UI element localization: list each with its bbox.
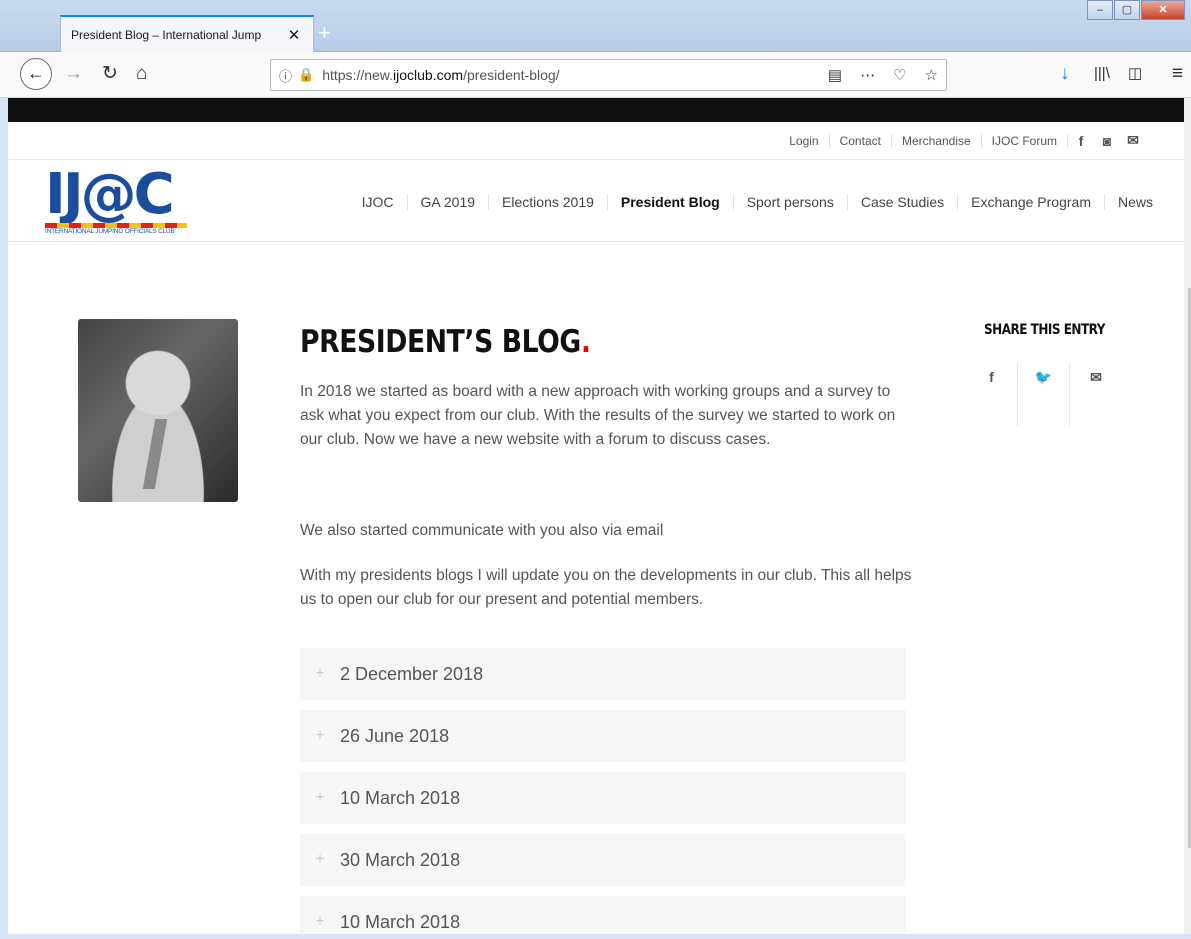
facebook-icon[interactable]: f	[1068, 133, 1094, 149]
minimize-button[interactable]: –	[1087, 0, 1113, 20]
share-title: SHARE THIS ENTRY	[984, 322, 1105, 338]
plus-icon: +	[315, 851, 325, 868]
nav-item-elections-2019[interactable]: Elections 2019	[489, 194, 608, 210]
mail-icon[interactable]: ✉	[1120, 132, 1146, 149]
reload-icon[interactable]: ↻	[102, 60, 118, 88]
scrollbar[interactable]	[1184, 98, 1191, 934]
top-black-bar	[8, 98, 1184, 122]
close-window-button[interactable]: ✕	[1141, 0, 1185, 20]
tab-title: President Blog – International Jump	[71, 27, 262, 42]
nav-item-exchange-program[interactable]: Exchange Program	[958, 194, 1105, 210]
nav-item-news[interactable]: News	[1105, 194, 1166, 210]
nav-item-ijoc[interactable]: IJOC	[349, 194, 408, 210]
home-icon[interactable]: ⌂	[136, 60, 147, 88]
site-header: IJ@C INTERNATIONAL JUMPING OFFICIALS CLU…	[8, 160, 1184, 242]
window-controls: – ▢ ✕	[1086, 0, 1185, 20]
share-twitter-icon[interactable]: 🐦	[1018, 362, 1070, 426]
instagram-icon[interactable]: ◙	[1094, 133, 1120, 149]
accordion-label: 10 March 2018	[340, 787, 461, 808]
browser-tab[interactable]: President Blog – International Jump ✕	[60, 15, 314, 52]
lock-icon[interactable]: 🔒	[298, 67, 314, 83]
plus-icon: +	[315, 913, 325, 930]
plus-icon: +	[315, 665, 325, 682]
menu-icon[interactable]: ≡	[1172, 60, 1183, 88]
page-title: PRESIDENT’S BLOG.	[300, 324, 591, 360]
nav-item-president-blog[interactable]: President Blog	[608, 194, 734, 210]
intro-paragraph: In 2018 we started as board with a new a…	[300, 383, 896, 448]
browser-titlebar: President Blog – International Jump ✕ + …	[0, 0, 1191, 52]
forward-arrow-icon[interactable]: →	[64, 60, 83, 88]
forum-link[interactable]: IJOC Forum	[982, 133, 1068, 148]
page-actions-icon[interactable]: ⋯	[860, 66, 875, 84]
pocket-icon[interactable]: ♡	[893, 66, 906, 84]
accordion-item[interactable]: + 30 March 2018	[300, 834, 906, 886]
contact-link[interactable]: Contact	[830, 133, 892, 148]
accordion-label: 10 March 2018	[340, 911, 461, 932]
merchandise-link[interactable]: Merchandise	[892, 133, 982, 148]
accordion-label: 30 March 2018	[340, 849, 461, 870]
accordion-label: 26 June 2018	[340, 725, 450, 746]
plus-icon: +	[315, 727, 325, 744]
info-icon[interactable]: ⓘ	[279, 66, 292, 85]
sidebar-icon[interactable]: ◫	[1128, 60, 1142, 88]
accordion-item[interactable]: + 10 March 2018	[300, 896, 906, 934]
logo-letters: IJ@C	[45, 162, 175, 227]
share-facebook-icon[interactable]: f	[966, 362, 1018, 426]
accordion-item[interactable]: + 10 March 2018	[300, 772, 906, 824]
main-nav: IJOC GA 2019 Elections 2019 President Bl…	[349, 194, 1166, 210]
secondary-nav: Login Contact Merchandise IJOC Forum f ◙…	[8, 122, 1184, 160]
share-buttons: f 🐦 ✉	[966, 362, 1122, 426]
email-paragraph: We also started communicate with you als…	[300, 522, 664, 539]
back-arrow-icon[interactable]: ←	[20, 58, 52, 90]
new-tab-button[interactable]: +	[318, 22, 331, 44]
download-icon[interactable]: ↓	[1060, 60, 1070, 88]
nav-item-case-studies[interactable]: Case Studies	[848, 194, 959, 210]
nav-item-sport-persons[interactable]: Sport persons	[734, 194, 848, 210]
browser-toolbar: ← → ↻ ⌂ ⓘ 🔒 https://new.ijoclub.com/pres…	[0, 52, 1191, 98]
bookmark-star-icon[interactable]: ☆	[925, 66, 938, 84]
blogs-paragraph: With my presidents blogs I will update y…	[300, 567, 912, 608]
logo-subtitle: INTERNATIONAL JUMPING OFFICIALS CLUB	[45, 228, 175, 235]
accordion-label: 2 December 2018	[340, 663, 484, 684]
page-viewport: Login Contact Merchandise IJOC Forum f ◙…	[8, 98, 1184, 934]
main-content: PRESIDENT’S BLOG. In 2018 we started as …	[8, 242, 1184, 934]
close-tab-icon[interactable]: ✕	[285, 26, 303, 44]
nav-item-ga-2019[interactable]: GA 2019	[408, 194, 490, 210]
plus-icon: +	[315, 789, 325, 806]
login-link[interactable]: Login	[779, 133, 830, 148]
url-text[interactable]: https://new.ijoclub.com/president-blog/	[322, 67, 828, 83]
maximize-button[interactable]: ▢	[1114, 0, 1140, 20]
accordion-item[interactable]: + 2 December 2018	[300, 648, 906, 700]
url-bar[interactable]: ⓘ 🔒 https://new.ijoclub.com/president-bl…	[270, 59, 947, 91]
site-logo[interactable]: IJ@C INTERNATIONAL JUMPING OFFICIALS CLU…	[45, 166, 195, 236]
accordion-item[interactable]: + 26 June 2018	[300, 710, 906, 762]
reader-view-icon[interactable]: ▤	[828, 66, 842, 84]
president-photo	[78, 319, 238, 502]
library-icon[interactable]: |||\	[1094, 60, 1110, 88]
share-mail-icon[interactable]: ✉	[1070, 362, 1122, 426]
photo-detail	[142, 419, 168, 489]
